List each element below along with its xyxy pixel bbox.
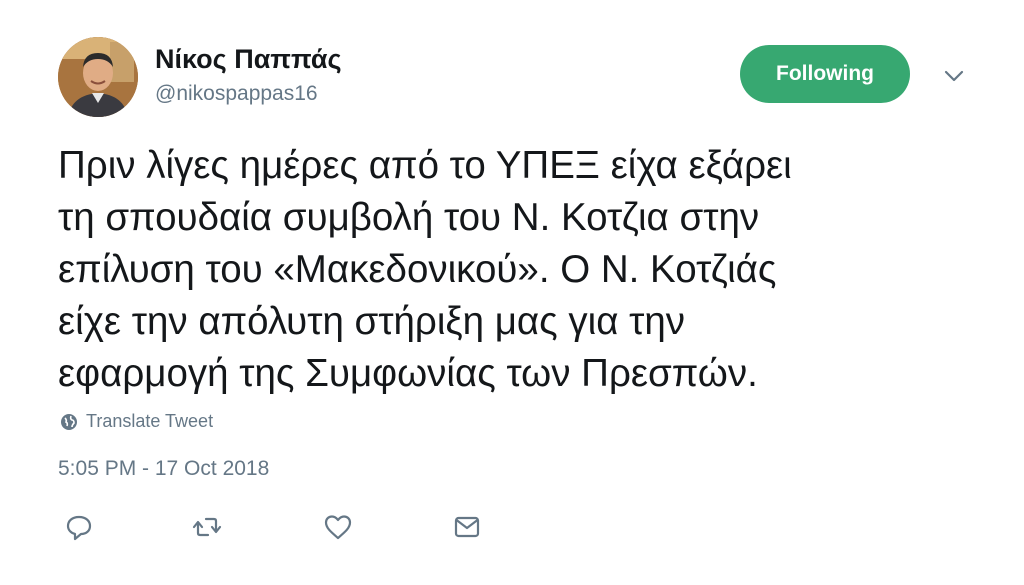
tweet-text-line: εφαρμογή της Συμφωνίας των Πρεσπών. <box>58 352 758 395</box>
more-options-button[interactable] <box>940 62 968 90</box>
globe-icon <box>61 413 77 430</box>
translate-tweet-link[interactable]: Translate Tweet <box>60 411 213 432</box>
chevron-down-icon <box>944 70 964 82</box>
retweet-icon <box>192 517 222 537</box>
like-button[interactable] <box>321 510 355 544</box>
display-name[interactable]: Νίκος Παππάς <box>155 44 342 75</box>
retweet-button[interactable] <box>190 510 224 544</box>
tweet-timestamp[interactable]: 5:05 PM - 17 Oct 2018 <box>58 457 269 481</box>
tweet-actions <box>0 510 1024 546</box>
tweet-text-line: είχε την απόλυτη στήριξη μας για την <box>58 300 686 343</box>
translate-tweet-label: Translate Tweet <box>86 411 214 431</box>
user-handle[interactable]: @nikospappas16 <box>155 82 318 106</box>
reply-icon <box>66 515 92 541</box>
envelope-icon <box>454 516 480 538</box>
heart-icon <box>324 515 352 540</box>
avatar[interactable] <box>58 37 138 117</box>
tweet-text: Πριν λίγες ημέρες από το ΥΠΕΞ είχα εξάρε… <box>58 140 958 400</box>
reply-button[interactable] <box>62 510 96 544</box>
following-button[interactable]: Following <box>740 45 910 103</box>
tweet-text-line: Πριν λίγες ημέρες από το ΥΠΕΞ είχα εξάρε… <box>58 144 792 187</box>
direct-message-button[interactable] <box>450 510 484 544</box>
tweet-text-line: επίλυση του «Μακεδονικού». Ο Ν. Κοτζιάς <box>58 248 777 291</box>
tweet-text-line: τη σπουδαία συμβολή του Ν. Κοτζια στην <box>58 196 760 239</box>
profile-photo-icon <box>58 37 138 117</box>
